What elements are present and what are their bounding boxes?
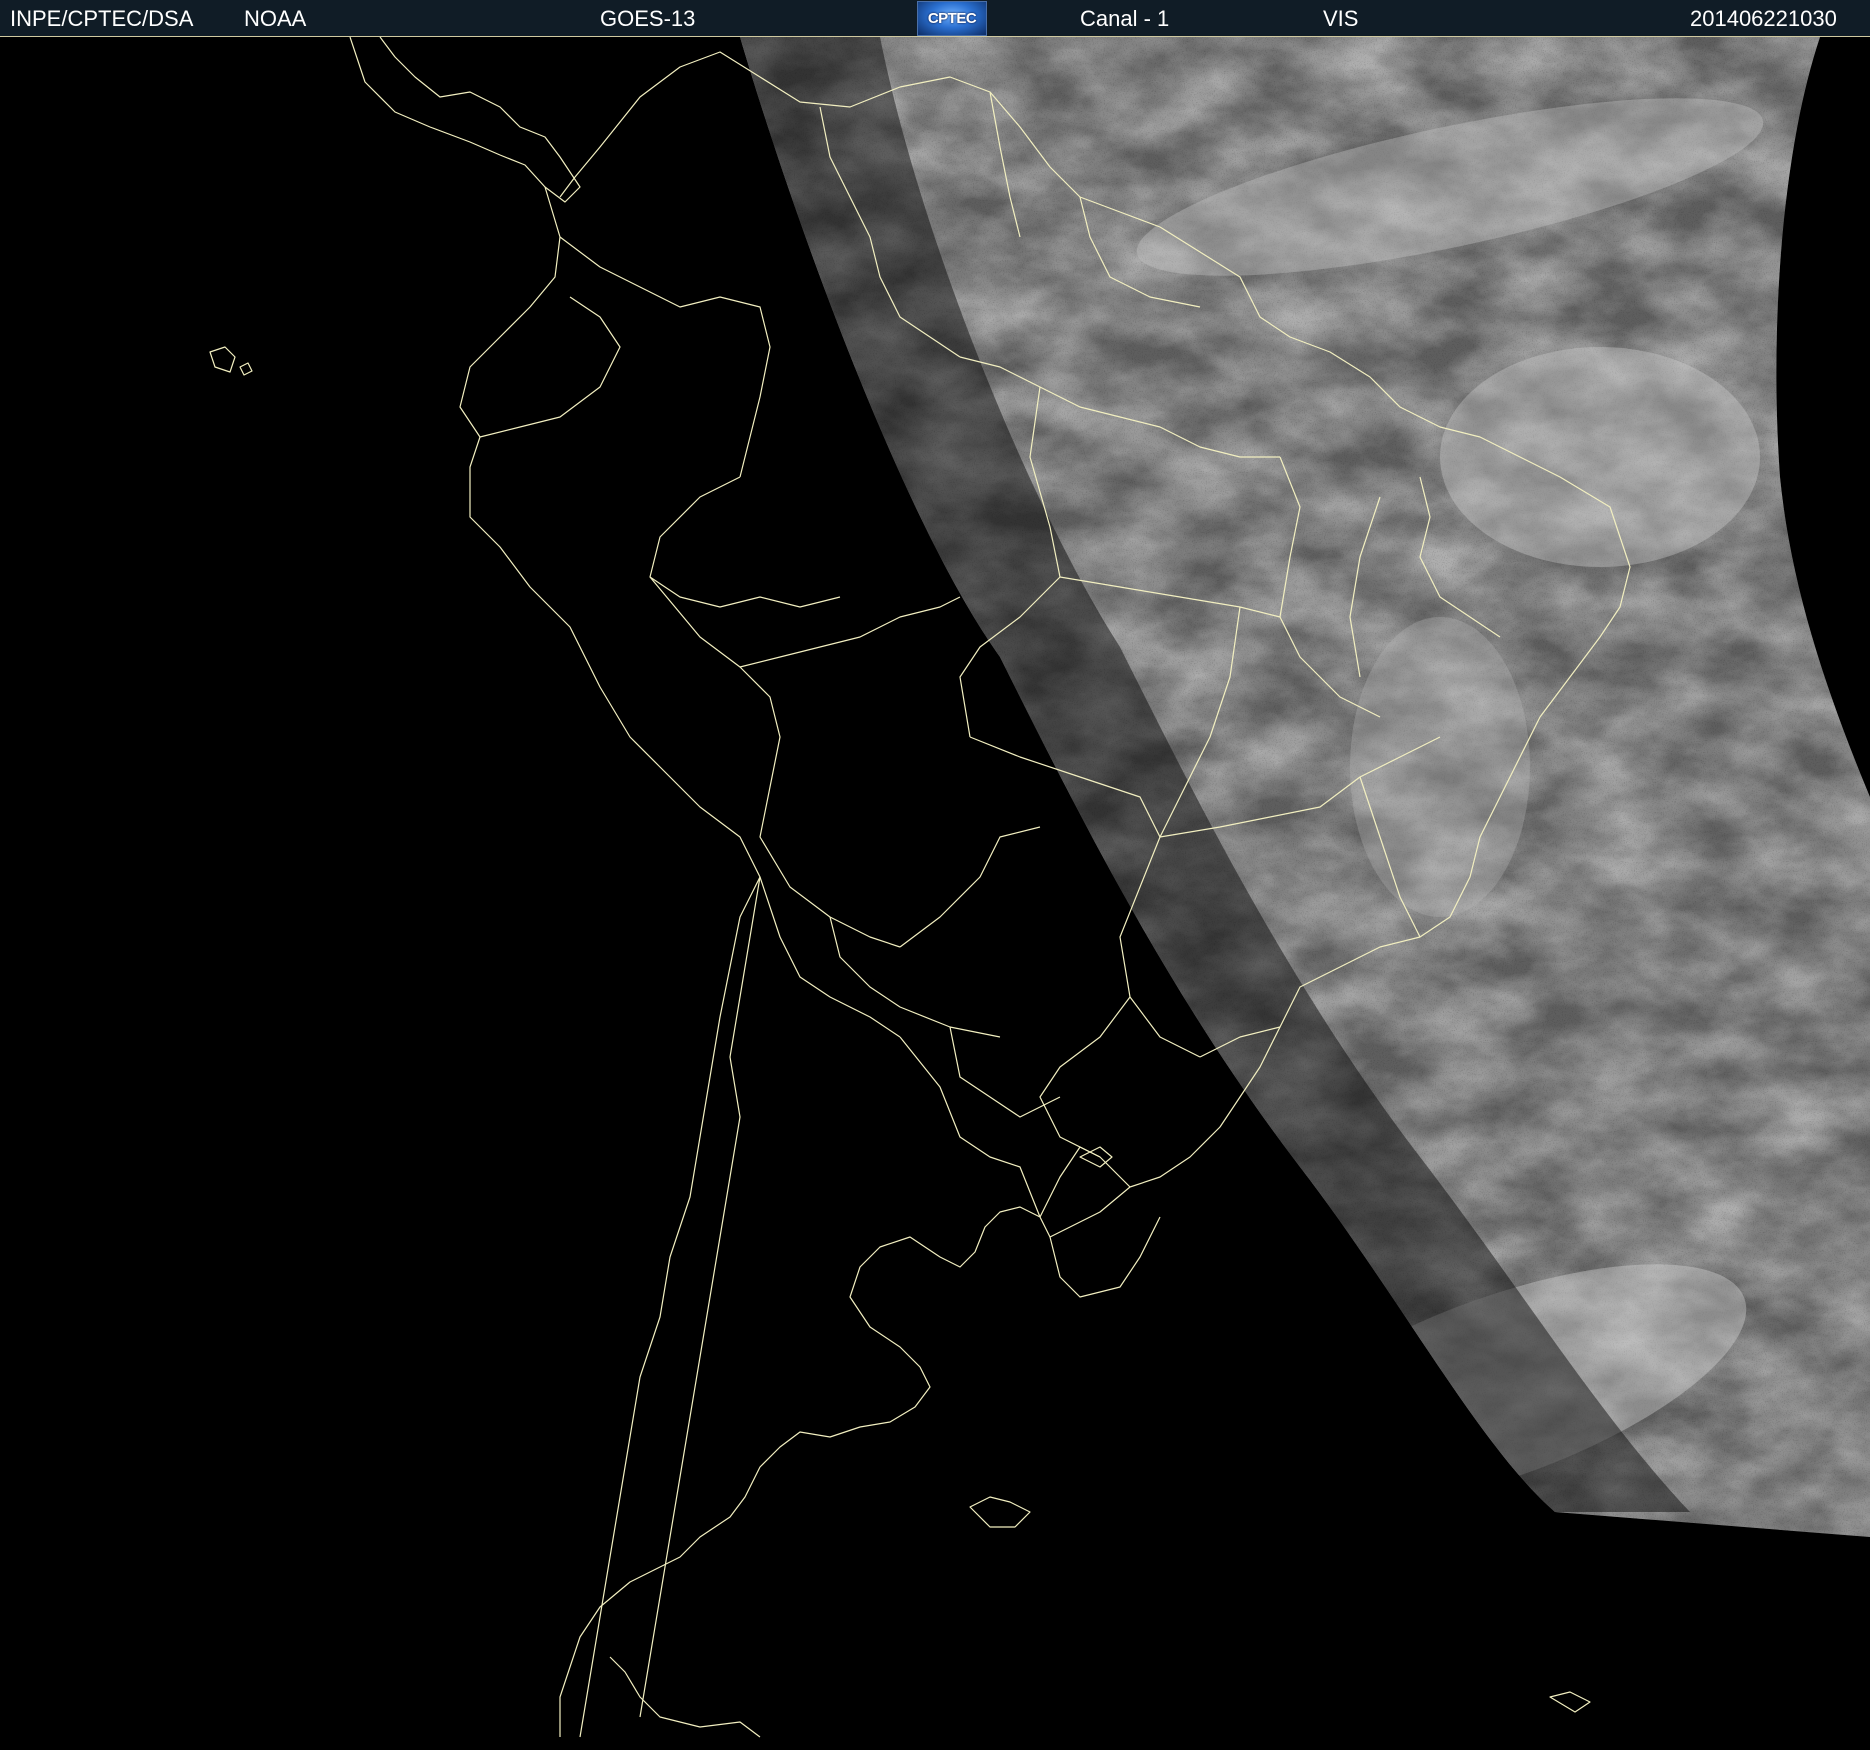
channel-label: Canal - 1 <box>1080 6 1170 31</box>
satellite-map-svg <box>0 37 1870 1750</box>
cptec-logo-text: CPTEC <box>927 10 977 27</box>
band-label: VIS <box>1323 6 1359 31</box>
partner-label: NOAA <box>244 6 307 31</box>
satellite-image <box>0 37 1870 1750</box>
timestamp-label: 201406221030 <box>1690 6 1837 31</box>
cptec-logo: CPTEC <box>917 1 987 36</box>
satellite-label: GOES-13 <box>600 6 696 31</box>
agency-label: INPE/CPTEC/DSA <box>10 6 194 31</box>
image-header: INPE/CPTEC/DSA NOAA GOES-13 CPTEC Canal … <box>0 0 1870 37</box>
